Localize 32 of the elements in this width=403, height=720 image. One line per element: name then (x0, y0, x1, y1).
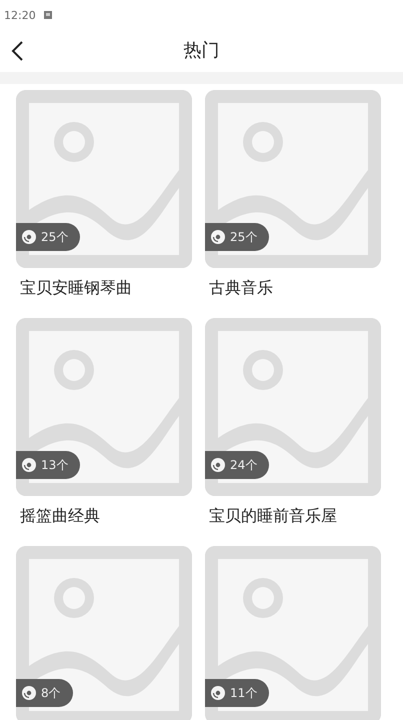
status-time: 12:20 (4, 8, 36, 22)
playlist-title[interactable]: 古典音乐 (209, 278, 381, 299)
notification-icon (44, 11, 52, 19)
playlist-cover[interactable]: 25个 (205, 90, 381, 268)
playlist-title[interactable]: 宝贝安睡钢琴曲 (20, 278, 192, 299)
page-title: 热门 (184, 39, 220, 62)
disc-icon (211, 458, 225, 472)
placeholder-image-icon (16, 546, 192, 720)
playlist-cover[interactable]: 13个 (16, 318, 192, 496)
back-icon (10, 40, 24, 62)
track-count-badge: 25个 (16, 223, 80, 251)
playlist-cover[interactable]: 25个 (16, 90, 192, 268)
track-count-badge: 25个 (205, 223, 270, 251)
playlist-title[interactable]: 宝贝的睡前音乐屋 (209, 506, 381, 527)
track-count-badge: 24个 (205, 451, 270, 479)
track-count-badge: 13个 (16, 451, 80, 479)
placeholder-image-icon (16, 318, 192, 496)
disc-icon (22, 458, 36, 472)
track-count-badge: 11个 (205, 679, 270, 707)
disc-icon (211, 686, 225, 700)
playlist-cover[interactable]: 8个 (16, 546, 192, 720)
placeholder-image-icon (205, 318, 381, 496)
disc-icon (22, 686, 36, 700)
playlist-title[interactable]: 摇篮曲经典 (20, 506, 192, 527)
placeholder-image-icon (205, 546, 381, 720)
playlist-cover[interactable]: 11个 (205, 546, 381, 720)
playlist-cover[interactable]: 24个 (205, 318, 381, 496)
placeholder-image-icon (16, 90, 192, 268)
placeholder-image-icon (205, 90, 381, 268)
disc-icon (22, 230, 36, 244)
disc-icon (211, 230, 225, 244)
track-count-badge: 8个 (16, 679, 73, 707)
